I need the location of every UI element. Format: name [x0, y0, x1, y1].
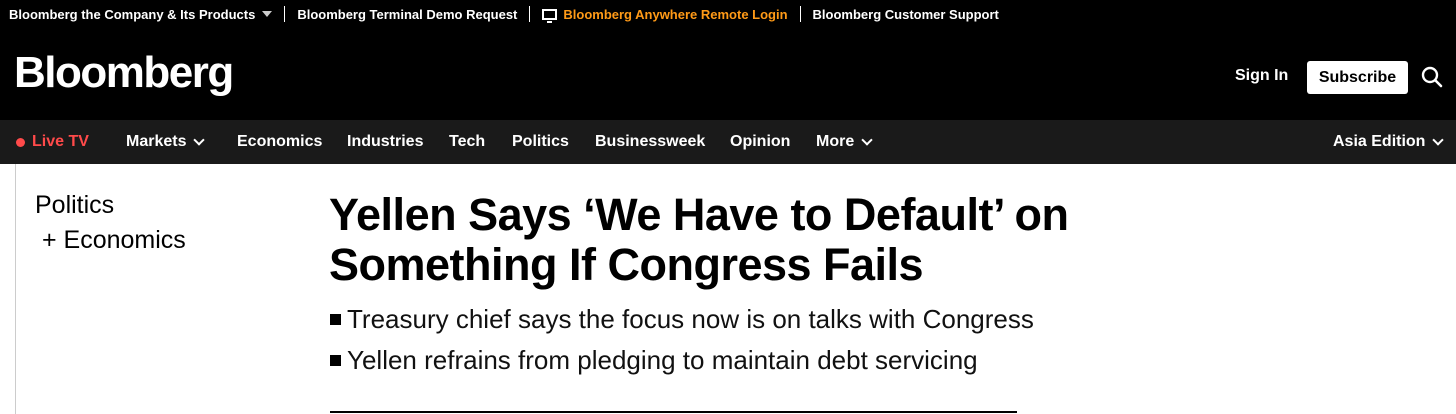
dropdown-triangle-icon — [262, 11, 273, 17]
headline-divider — [330, 411, 1017, 413]
search-icon[interactable] — [1421, 66, 1443, 88]
live-dot-icon — [16, 137, 25, 147]
nav-more[interactable]: More — [816, 133, 873, 151]
bullet-text: Treasury chief says the focus now is on … — [347, 304, 1034, 334]
bloomberg-logo[interactable]: Bloomberg — [14, 48, 234, 98]
main-nav: Live TV Markets Economics Industries Tec… — [0, 120, 1456, 164]
summary-bullet: Yellen refrains from pledging to maintai… — [330, 345, 978, 375]
anywhere-login-label: Bloomberg Anywhere Remote Login — [563, 6, 788, 22]
terminal-demo-link[interactable]: Bloomberg Terminal Demo Request — [297, 7, 517, 22]
chevron-down-icon — [193, 133, 206, 146]
company-products-link[interactable]: Bloomberg the Company & Its Products — [9, 6, 273, 22]
topic-economics[interactable]: + Economics — [42, 225, 186, 255]
bullet-text: Yellen refrains from pledging to maintai… — [347, 345, 978, 375]
topic-politics[interactable]: Politics — [35, 190, 114, 220]
divider — [284, 6, 286, 22]
chevron-down-icon — [861, 133, 873, 146]
utility-bar: Bloomberg the Company & Its Products Blo… — [0, 0, 1456, 28]
customer-support-link[interactable]: Bloomberg Customer Support — [813, 7, 999, 22]
chevron-down-icon — [1432, 133, 1445, 146]
edition-selector[interactable]: Asia Edition — [1333, 133, 1445, 151]
bullet-square-icon — [330, 354, 341, 366]
nav-tech[interactable]: Tech — [449, 133, 485, 151]
nav-industries[interactable]: Industries — [347, 133, 423, 151]
nav-markets[interactable]: Markets — [126, 133, 206, 151]
nav-politics[interactable]: Politics — [512, 133, 569, 151]
sign-in-link[interactable]: Sign In — [1235, 67, 1288, 85]
summary-bullet: Treasury chief says the focus now is on … — [330, 304, 1034, 334]
nav-businessweek[interactable]: Businessweek — [595, 133, 705, 151]
monitor-icon — [542, 8, 558, 23]
nav-more-label: More — [816, 133, 855, 150]
bullet-square-icon — [330, 313, 341, 325]
anywhere-login-link[interactable]: Bloomberg Anywhere Remote Login — [542, 6, 788, 23]
masthead: Bloomberg Sign In Subscribe — [0, 28, 1456, 120]
nav-live-tv-label: Live TV — [32, 133, 89, 150]
article-headline: Yellen Says ‘We Have to Default’ on Some… — [329, 189, 1069, 290]
nav-live-tv[interactable]: Live TV — [16, 133, 89, 151]
company-products-label: Bloomberg the Company & Its Products — [9, 6, 256, 22]
article-area: Politics + Economics Yellen Says ‘We Hav… — [15, 164, 1456, 414]
subscribe-button[interactable]: Subscribe — [1307, 61, 1408, 94]
divider — [529, 6, 531, 22]
divider — [799, 6, 801, 22]
nav-economics[interactable]: Economics — [237, 133, 322, 151]
nav-markets-label: Markets — [126, 133, 187, 150]
edition-label: Asia Edition — [1333, 133, 1426, 150]
nav-opinion[interactable]: Opinion — [730, 133, 790, 151]
